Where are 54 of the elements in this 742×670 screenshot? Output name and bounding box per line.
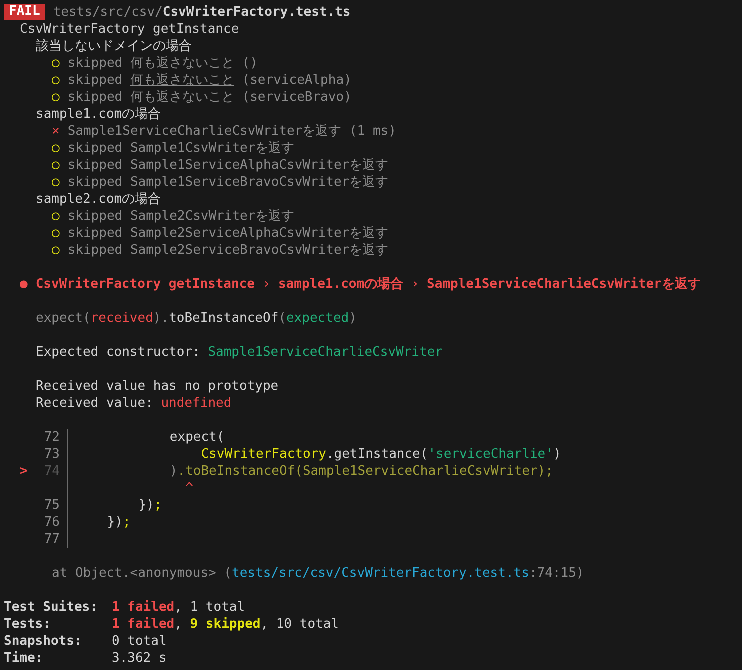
summary-value: 0 total [112,632,167,650]
skipped-mark: ○ [52,140,60,156]
summary-value: 1 failed, 9 skipped, 10 total [112,616,340,632]
failed-mark: × [52,122,60,140]
group-title: sample1.comの場合 [35,106,162,122]
code-line: ^ [184,480,194,496]
code-line: }); [138,496,162,514]
code-line: expect( [168,428,225,446]
stack-location: at Object.<anonymous> (tests/src/csv/CsvWriterFactory.test.ts:74:15) [51,564,586,582]
skipped-mark: ○ [52,54,60,72]
skipped-mark: ○ [52,88,60,106]
skipped-mark: ○ [52,156,60,174]
line-number: 74 [36,462,68,480]
current-line-marker: > [20,462,29,480]
test-name: skipped Sample2CsvWriterを返す [68,208,295,224]
message-line: Received value: undefined [36,394,233,412]
suite-title: CsvWriterFactory getInstance [19,20,240,38]
failure-title: CsvWriterFactory getInstance › sample1.comの場合 › Sample1ServiceCharlieCsvWriterを返す [36,276,701,292]
test-name: skipped 何も返さないこと (serviceBravo) [68,88,352,106]
code-line: }); [106,514,131,530]
summary-label: Time: [4,650,44,666]
test-name: skipped 何も返さないこと (serviceAlpha) [68,72,352,88]
test-name: skipped Sample1CsvWriterを返す [68,140,295,156]
message-line: expect(received).toBeInstanceOf(expected) [36,310,358,326]
code-line: CsvWriterFactory.getInstance('serviceCharlie') [200,446,562,462]
skipped-mark: ○ [52,242,60,258]
summary-value: 1 failed, 1 total [112,598,246,616]
test-file-path: tests/src/csv/CsvWriterFactory.test.ts [53,4,351,20]
test-name: Sample1ServiceCharlieCsvWriterを返す (1 ms) [68,122,396,140]
summary-label: Tests: [4,616,52,632]
skipped-mark: ○ [52,72,60,88]
test-name: skipped Sample1ServiceBravoCsvWriterを返す [68,174,389,190]
skipped-mark: ○ [52,224,60,242]
fail-badge: FAIL [4,4,46,20]
line-number: 75 [36,496,68,514]
test-name: skipped Sample2ServiceAlphaCsvWriterを返す [68,224,389,242]
summary-value: 3.362 s [112,650,167,666]
skipped-mark: ○ [52,208,60,224]
message-line: Expected constructor: Sample1ServiceCharlieCsvWriter [36,344,444,360]
group-title: sample2.comの場合 [35,190,162,208]
line-number: 76 [36,514,68,530]
test-name: skipped 何も返さないこと () [68,54,258,72]
line-number: 72 [36,428,68,446]
message-line: Received value has no prototype [36,378,280,394]
test-name: skipped Sample1ServiceAlphaCsvWriterを返す [68,156,389,174]
summary-label: Snapshots: [4,632,84,650]
failure-bullet: ● [20,276,28,292]
summary-label: Test Suites: [4,598,99,616]
group-title: 該当しないドメインの場合 [35,38,193,54]
code-line: ).toBeInstanceOf(Sample1ServiceCharlieCsvWriter); [168,462,554,480]
line-number: 77 [36,530,68,548]
skipped-mark: ○ [52,174,60,190]
test-name: skipped Sample2ServiceBravoCsvWriterを返す [68,242,389,258]
line-number: 73 [36,446,68,462]
